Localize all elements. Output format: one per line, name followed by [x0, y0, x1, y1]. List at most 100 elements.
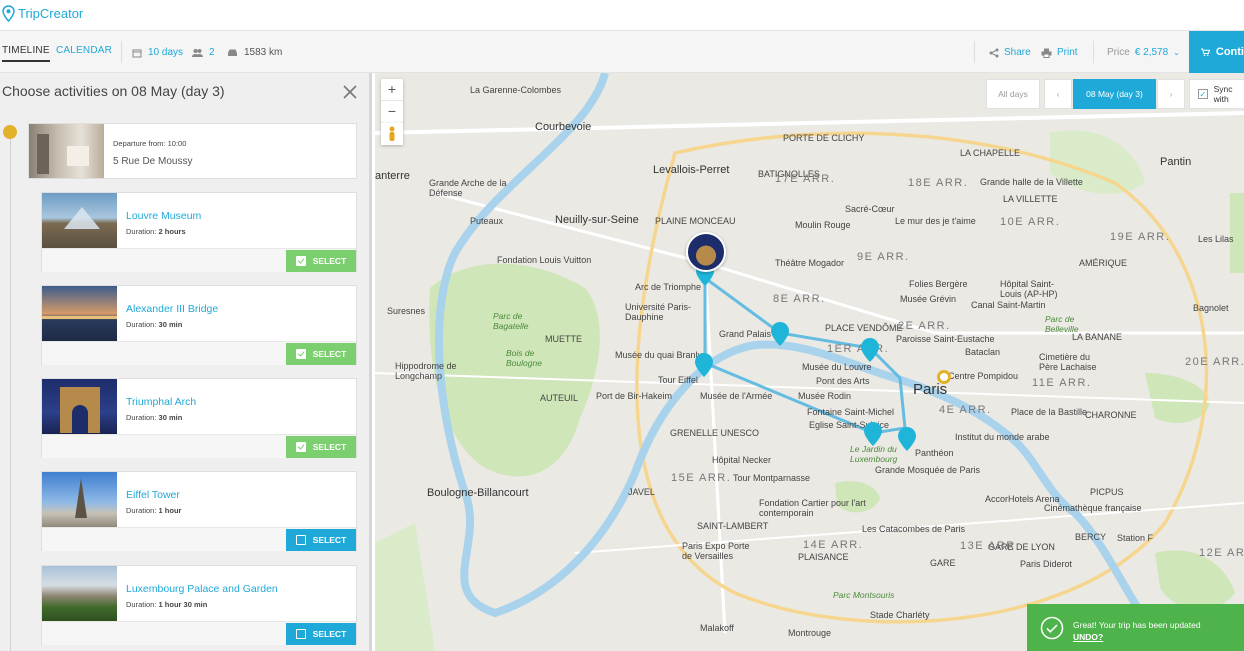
map-label: Boulogne-Billancourt	[427, 487, 529, 499]
print-label: Print	[1057, 47, 1078, 58]
map-label: Les Catacombes de Paris	[862, 524, 966, 534]
price-dropdown[interactable]: Price € 2,578 ⌄	[1107, 47, 1180, 58]
arrondissement-label: 20E ARR.	[1185, 356, 1244, 368]
map-label: LA CHAPELLE	[960, 148, 1021, 158]
select-label: SELECT	[312, 256, 347, 266]
printer-icon	[1041, 48, 1052, 58]
current-day-button[interactable]: 08 May (day 3)	[1073, 79, 1156, 109]
activity-name[interactable]: Alexander III Bridge	[126, 303, 218, 315]
tab-calendar[interactable]: CALENDAR	[56, 45, 112, 56]
map-label: Grande Arche de la Défense	[429, 178, 507, 198]
map-label: Centre Pompidou	[948, 371, 1019, 381]
distance-value: 1583 km	[244, 47, 283, 58]
arrondissement-label: 9E ARR.	[857, 251, 910, 263]
map-label: Musée Rodin	[798, 391, 852, 401]
map-label: Sacré-Cœur	[845, 204, 895, 214]
select-button[interactable]: SELECT	[286, 343, 356, 365]
map-label: anterre	[375, 170, 410, 182]
share-label: Share	[1004, 47, 1031, 58]
card-footer: SELECT	[42, 248, 356, 272]
activities-panel: Choose activities on 08 May (day 3) Depa…	[0, 73, 372, 651]
map-label: Fontaine Saint-Michel	[807, 407, 895, 417]
map-label: Pantin	[1160, 156, 1192, 168]
all-days-button[interactable]: All days	[986, 79, 1040, 109]
map-label: Arc de Triomphe	[635, 282, 702, 292]
map-label: PICPUS	[1090, 487, 1124, 497]
arrondissement-label: 2E ARR.	[898, 320, 951, 332]
map-label: Cinémathèque française	[1044, 503, 1142, 513]
zoom-out-button[interactable]: −	[381, 101, 403, 123]
map-marker-icon[interactable]	[897, 426, 917, 452]
selected-location-avatar[interactable]	[686, 232, 726, 272]
street-view-pegman-icon[interactable]	[381, 123, 403, 145]
activity-photo	[42, 379, 117, 434]
map-label: PORTE DE CLICHY	[783, 133, 865, 143]
cart-icon	[1201, 47, 1210, 56]
toast-message: Great! Your trip has been updated	[1073, 620, 1201, 630]
duration-label: Duration:	[126, 227, 157, 236]
tab-timeline[interactable]: TIMELINE	[2, 45, 50, 62]
undo-link[interactable]: UNDO?	[1073, 632, 1103, 642]
trip-travellers[interactable]: 2	[192, 47, 215, 58]
map-label: LA VILLETTE	[1003, 194, 1058, 204]
checkbox-empty-icon	[295, 629, 306, 639]
share-icon	[989, 48, 999, 57]
activity-card: Eiffel Tower Duration: 1 hour SELECT	[41, 471, 357, 551]
notification-toast: Great! Your trip has been updated UNDO?	[1027, 604, 1244, 651]
map-label: Hôpital Saint-Louis (AP-HP)	[1000, 279, 1058, 299]
top-bar: TripCreator	[0, 0, 1244, 31]
duration-value: 30 min	[158, 413, 183, 422]
select-button[interactable]: SELECT	[286, 623, 356, 645]
print-button[interactable]: Print	[1041, 47, 1078, 58]
days-value: 10 days	[148, 47, 184, 58]
select-button[interactable]: SELECT	[286, 529, 356, 551]
activity-name[interactable]: Luxembourg Palace and Garden	[126, 583, 278, 595]
map-label: Tour Eiffel	[658, 375, 698, 385]
start-location-marker-icon[interactable]	[937, 370, 951, 384]
map-label: Place de la Bastille	[1011, 407, 1088, 417]
map-marker-icon[interactable]	[770, 321, 790, 347]
map-label: Malakoff	[700, 623, 734, 633]
duration-value: 30 min	[158, 320, 183, 329]
trip-days[interactable]: 10 days	[132, 47, 183, 58]
map-label: Folies Bergère	[909, 279, 968, 289]
activity-photo	[42, 286, 117, 341]
map-label: Parc Montsouris	[833, 590, 895, 600]
map-marker-icon[interactable]	[860, 337, 880, 363]
next-day-button[interactable]: ›	[1157, 79, 1185, 109]
prev-day-button[interactable]: ‹	[1044, 79, 1072, 109]
select-button[interactable]: SELECT	[286, 250, 356, 272]
duration-label: Duration:	[126, 413, 157, 422]
map-label: Paroisse Saint-Eustache	[896, 334, 995, 344]
map-label: Grand Palais	[719, 329, 772, 339]
activity-duration: Duration: 2 hours	[126, 227, 186, 236]
map-label: Suresnes	[387, 306, 426, 316]
map-marker-icon[interactable]	[694, 352, 714, 378]
map-label: Université Paris-Dauphine	[625, 302, 692, 322]
map-label: Parc de Bagatelle	[493, 311, 529, 331]
arrondissement-label: 8E ARR.	[773, 293, 826, 305]
close-icon[interactable]	[341, 83, 359, 101]
duration-value: 1 hour 30 min	[158, 600, 208, 609]
share-button[interactable]: Share	[989, 47, 1031, 58]
activity-name[interactable]: Eiffel Tower	[126, 489, 180, 501]
car-icon	[228, 49, 237, 56]
continue-button[interactable]: Conti	[1189, 31, 1244, 73]
activity-name[interactable]: Louvre Museum	[126, 210, 201, 222]
departure-address: 5 Rue De Moussy	[113, 156, 193, 167]
checkbox-checked-icon: ✓	[1198, 89, 1208, 99]
departure-photo	[29, 124, 104, 178]
select-button[interactable]: SELECT	[286, 436, 356, 458]
activity-name[interactable]: Triumphal Arch	[126, 396, 196, 408]
card-footer: SELECT	[42, 341, 356, 365]
sync-toggle[interactable]: ✓ Sync with	[1189, 79, 1244, 109]
map-view[interactable]: + − All days ‹ 08 May (day 3) › ✓ Sync w…	[375, 73, 1244, 651]
divider	[121, 41, 122, 63]
map-label: Station F	[1117, 533, 1154, 543]
app-logo[interactable]: TripCreator	[2, 5, 83, 22]
zoom-in-button[interactable]: +	[381, 79, 403, 101]
select-label: SELECT	[312, 349, 347, 359]
map-label: CHARONNE	[1085, 410, 1137, 420]
map-label: Les Lilas	[1198, 234, 1234, 244]
map-marker-icon[interactable]	[863, 421, 883, 447]
